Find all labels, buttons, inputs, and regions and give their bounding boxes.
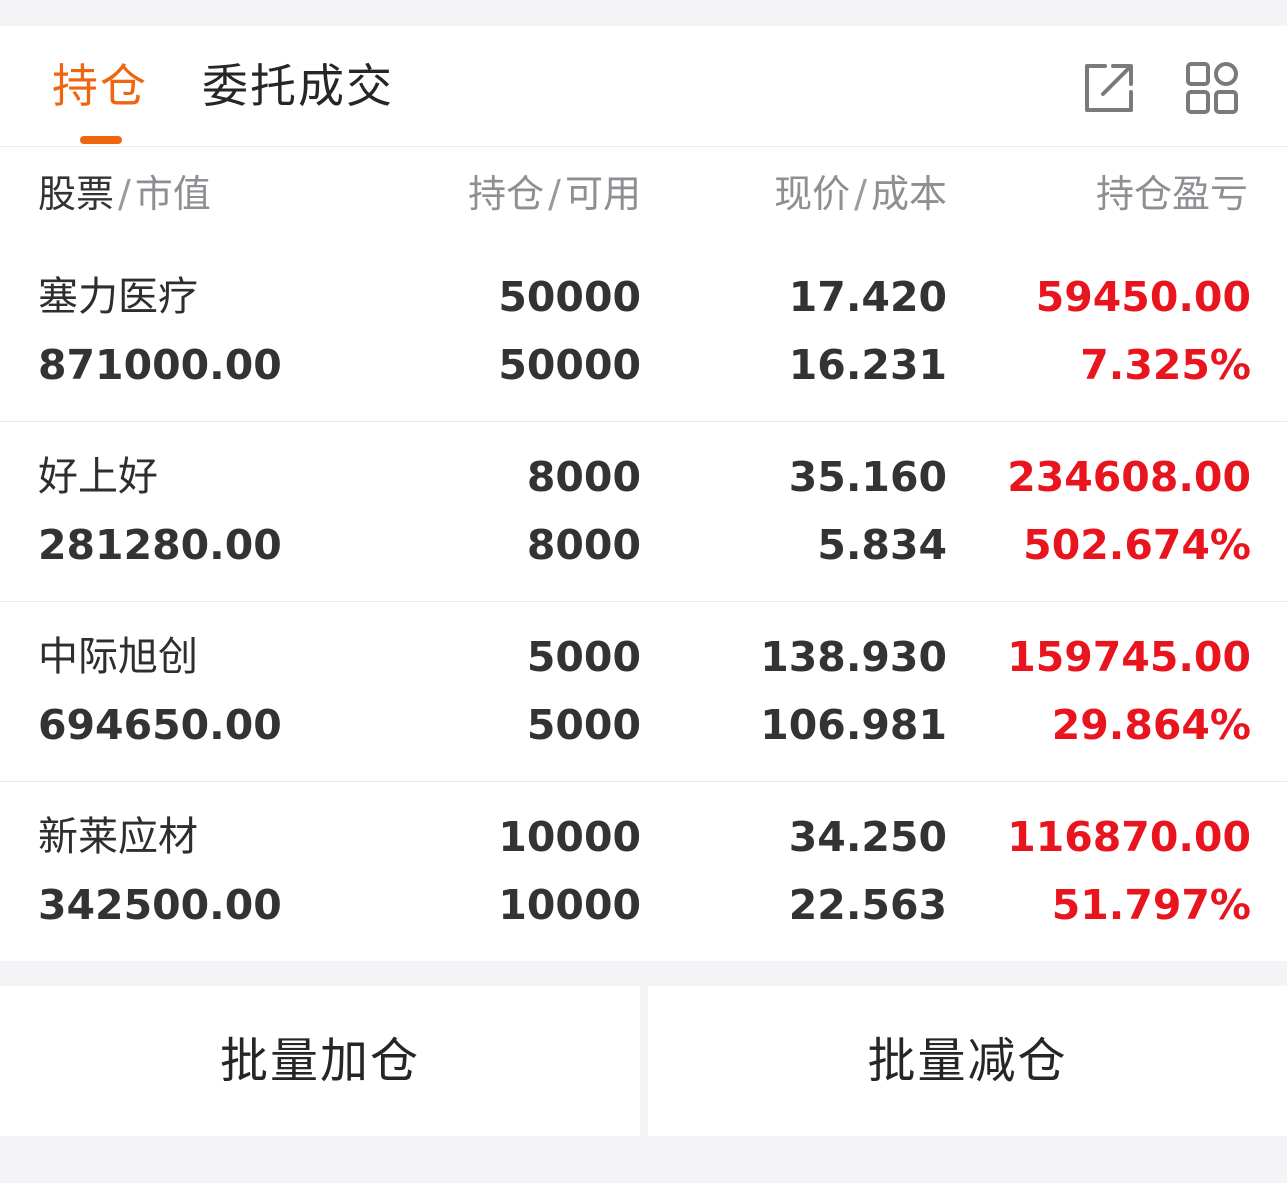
table-row[interactable]: 新莱应材 342500.00 10000 10000 34.250 22.563… [0,782,1287,962]
pnl-percent: 51.797% [1051,881,1251,929]
stock-name: 好上好 [38,454,158,500]
tab-orders-trades[interactable]: 委托成交 [202,58,394,114]
table-header: 股票 / 市值 持仓 / 可用 现价 / 成本 持仓盈亏 [0,147,1287,242]
current-price: 138.930 [760,633,947,681]
current-price: 34.250 [788,813,947,861]
header-price-label: 现价 [774,172,851,216]
stock-name: 中际旭创 [38,634,198,680]
pnl-percent: 29.864% [1051,701,1251,749]
header-stock-label: 股票 [38,172,115,216]
pnl-percent: 502.674% [1023,521,1251,569]
market-value: 342500.00 [38,881,282,929]
available-qty: 8000 [526,521,641,569]
position-pnl: 59450.00 [1035,273,1251,321]
available-qty: 10000 [498,881,641,929]
market-value: 281280.00 [38,521,282,569]
market-value: 694650.00 [38,701,282,749]
batch-reduce-button[interactable]: 批量减仓 [648,986,1287,1136]
stock-name: 塞力医疗 [38,274,198,320]
header-position-available: 持仓 / 可用 [468,172,641,216]
active-tab-indicator [80,136,122,144]
share-icon[interactable] [1081,60,1137,116]
position-pnl: 159745.00 [1007,633,1251,681]
available-qty: 50000 [498,341,641,389]
tab-bar: 持仓 委托成交 [0,26,1287,147]
current-price: 35.160 [788,453,947,501]
header-position-label: 持仓 [468,172,545,216]
positions-table: 股票 / 市值 持仓 / 可用 现价 / 成本 持仓盈亏 塞力医疗 871000.00 50… [0,147,1287,961]
header-price-cost: 现价 / 成本 [774,172,947,216]
position-qty: 8000 [526,453,641,501]
batch-add-button[interactable]: 批量加仓 [0,986,640,1136]
cost-price: 5.834 [817,521,947,569]
available-qty: 5000 [526,701,641,749]
position-qty: 10000 [498,813,641,861]
pnl-percent: 7.325% [1080,341,1251,389]
header-cost-label: 成本 [870,172,947,216]
stock-name: 新莱应材 [38,814,198,860]
table-row[interactable]: 中际旭创 694650.00 5000 5000 138.930 106.981… [0,602,1287,782]
cost-price: 22.563 [788,881,947,929]
position-qty: 50000 [498,273,641,321]
positions-page: 持仓 委托成交 股票 / 市值 持仓 / 可用 现价 / 成本 持仓盈亏 塞力医… [0,0,1287,1183]
grid-icon[interactable] [1184,60,1240,116]
position-pnl: 234608.00 [1007,453,1251,501]
table-row[interactable]: 好上好 281280.00 8000 8000 35.160 5.834 234… [0,422,1287,602]
cost-price: 16.231 [788,341,947,389]
position-qty: 5000 [526,633,641,681]
table-row[interactable]: 塞力医疗 871000.00 50000 50000 17.420 16.231… [0,242,1287,422]
market-value: 871000.00 [38,341,282,389]
tab-positions[interactable]: 持仓 [52,58,148,114]
header-stock-market-value: 股票 / 市值 [38,172,211,216]
header-market-value-label: 市值 [134,172,211,216]
top-spacer [0,0,1287,26]
header-position-pnl: 持仓盈亏 [1096,172,1246,216]
position-pnl: 116870.00 [1007,813,1251,861]
header-available-label: 可用 [564,172,641,216]
cost-price: 106.981 [760,701,947,749]
current-price: 17.420 [788,273,947,321]
